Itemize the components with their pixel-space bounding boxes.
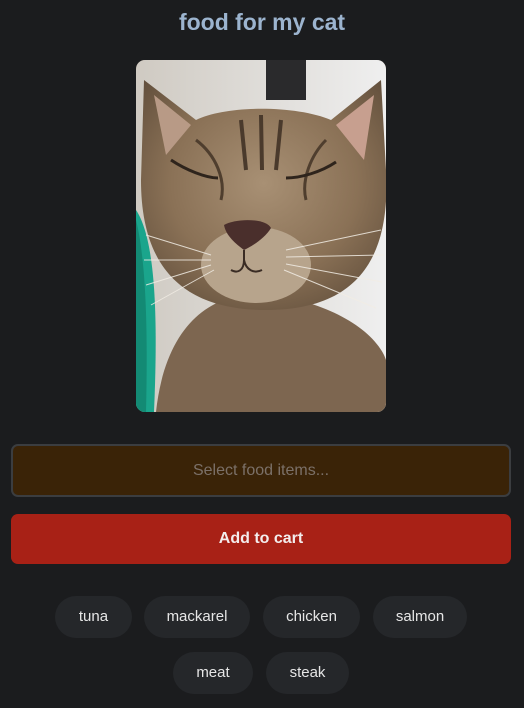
food-chip-mackarel[interactable]: mackarel	[144, 596, 250, 638]
page: food for my cat Select food items... Add…	[0, 0, 524, 708]
food-chip-chicken[interactable]: chicken	[263, 596, 360, 638]
food-chip-tuna[interactable]: tuna	[55, 596, 132, 638]
cat-photo	[136, 60, 386, 412]
add-to-cart-button[interactable]: Add to cart	[11, 514, 511, 564]
food-items-select[interactable]	[11, 444, 511, 497]
food-chip-steak[interactable]: steak	[266, 652, 349, 694]
food-chip-salmon[interactable]: salmon	[373, 596, 467, 638]
page-title: food for my cat	[178, 9, 346, 35]
food-chip-meat[interactable]: meat	[173, 652, 253, 694]
